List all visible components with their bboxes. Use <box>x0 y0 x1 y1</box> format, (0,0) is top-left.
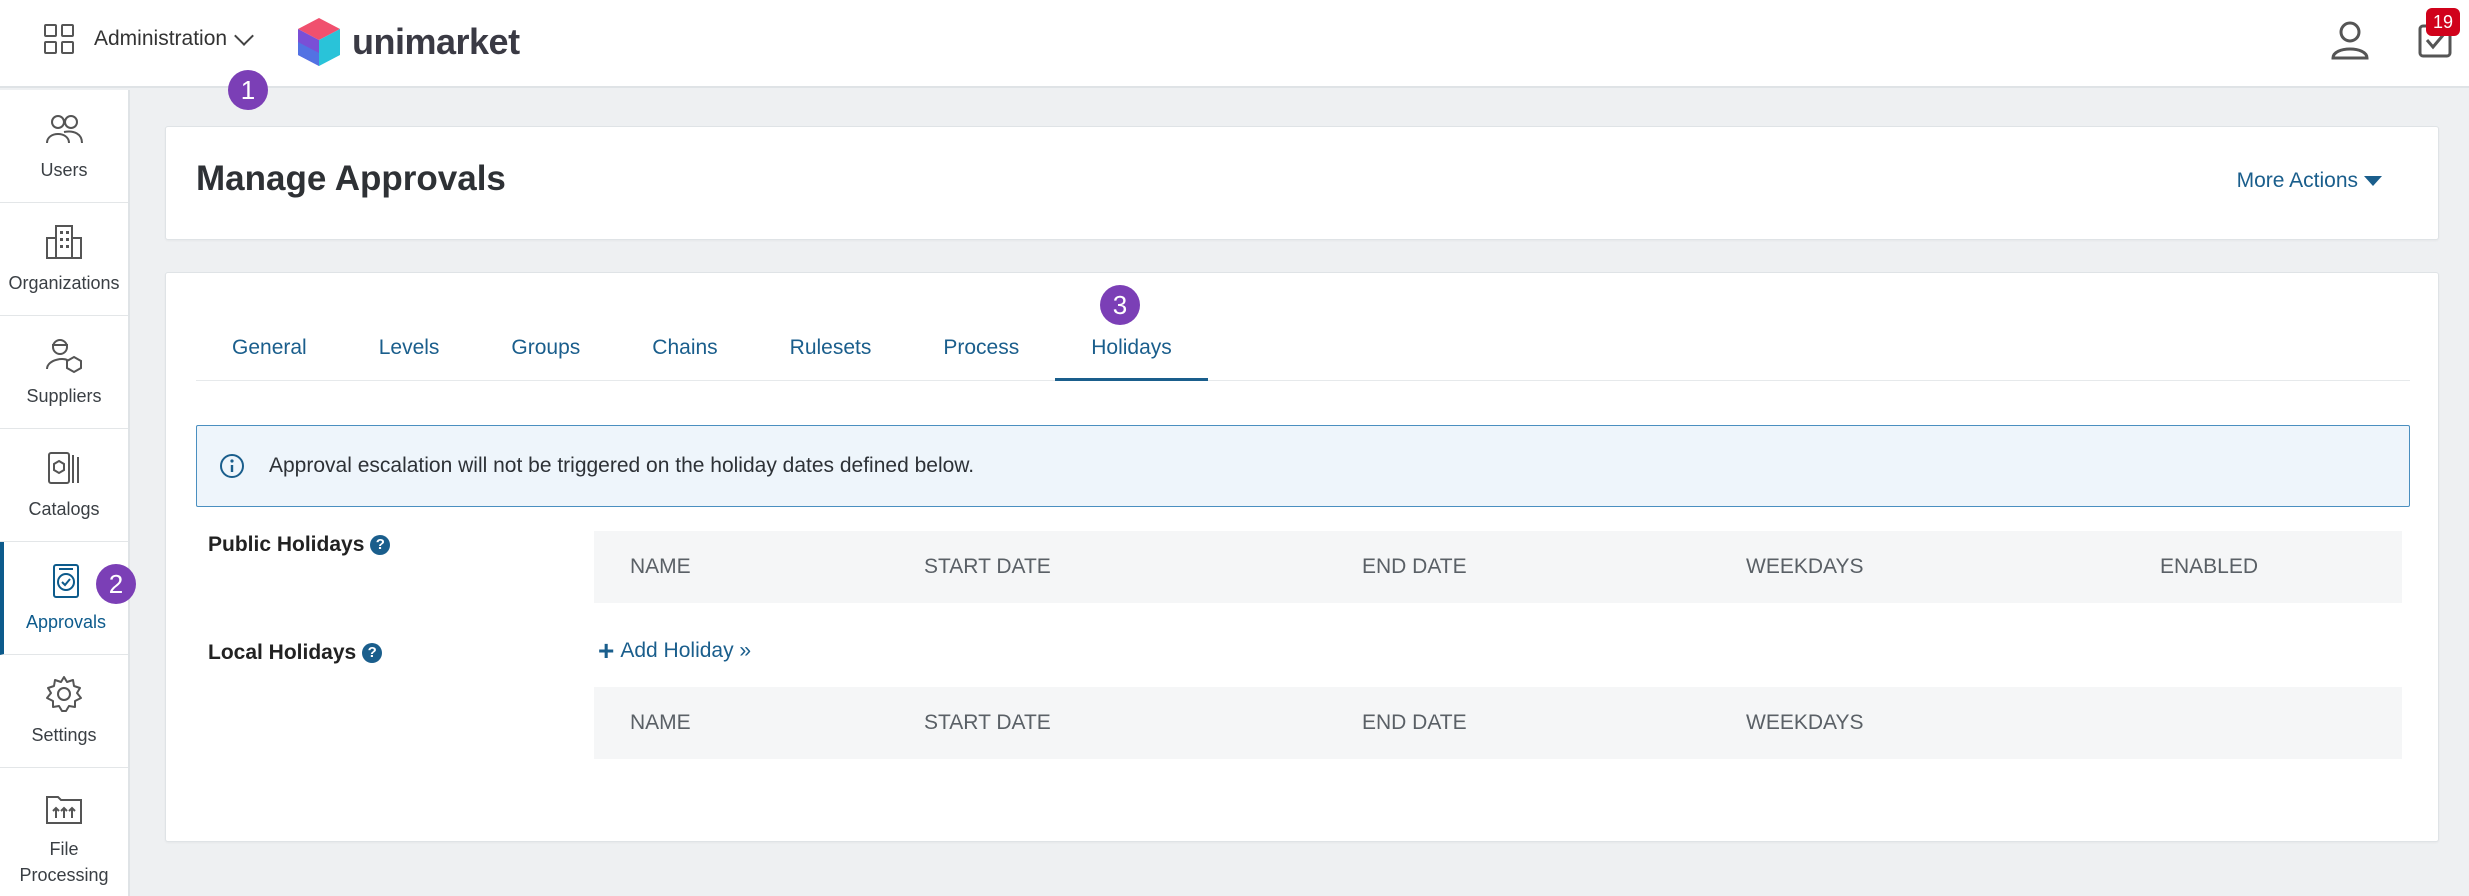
folder-upload-icon <box>46 795 82 824</box>
help-icon[interactable]: ? <box>370 535 391 555</box>
info-icon <box>220 454 244 478</box>
step-marker-1: 1 <box>228 70 268 110</box>
sidebar-item-label: Suppliers <box>26 386 102 406</box>
local-holidays-section: Local Holidays ? <box>208 641 383 665</box>
help-icon[interactable]: ? <box>362 643 383 663</box>
sidebar-item-catalogs[interactable]: Catalogs <box>0 429 128 542</box>
tab-chains[interactable]: Chains <box>616 323 753 381</box>
tab-bar: General Levels Groups Chains Rulesets Pr… <box>196 323 2410 381</box>
sidebar-item-users[interactable]: Users <box>0 90 128 203</box>
users-icon <box>46 115 83 144</box>
column-header-enabled[interactable]: ENABLED <box>2160 555 2258 579</box>
info-text: Approval escalation will not be triggere… <box>269 454 975 477</box>
app-name: Administration <box>94 27 228 50</box>
approvals-icon <box>53 564 79 598</box>
public-holidays-label: Public Holidays <box>208 533 365 556</box>
page-title: Manage Approvals <box>196 159 506 198</box>
chevron-down-icon <box>234 26 254 46</box>
supplier-icon <box>46 339 82 374</box>
sidebar-item-label: Organizations <box>8 273 120 293</box>
plus-icon: + <box>598 635 615 666</box>
top-bar: Administration unimarket 19 <box>0 0 2469 88</box>
column-header-start-date[interactable]: START DATE <box>924 711 1051 735</box>
tab-groups[interactable]: Groups <box>475 323 616 381</box>
sidebar-item-label: Approvals <box>25 612 107 632</box>
app-switcher[interactable]: Administration <box>44 24 254 54</box>
tab-holidays[interactable]: Holidays <box>1055 323 1208 381</box>
logo-text: unimarket <box>352 21 520 62</box>
column-header-start-date[interactable]: START DATE <box>924 555 1051 579</box>
sidebar-item-organizations[interactable]: Organizations <box>0 203 128 316</box>
column-header-end-date[interactable]: END DATE <box>1362 555 1467 579</box>
page-header-card: Manage Approvals More Actions <box>165 126 2439 240</box>
tab-levels[interactable]: Levels <box>343 323 476 381</box>
sidebar-item-file-processing[interactable]: File Processing <box>0 768 128 896</box>
sidebar-item-approvals[interactable]: Approvals 2 <box>0 542 136 655</box>
user-profile-button[interactable] <box>2328 18 2372 62</box>
sidebar-item-label: Users <box>40 160 88 180</box>
column-header-name[interactable]: NAME <box>630 711 691 735</box>
more-actions-dropdown[interactable]: More Actions <box>2237 169 2382 193</box>
step-marker-3: 3 <box>1100 285 1140 325</box>
column-header-weekdays[interactable]: WEEKDAYS <box>1746 555 1863 579</box>
more-actions-label: More Actions <box>2236 169 2358 192</box>
user-icon <box>2331 21 2369 60</box>
unimarket-logo[interactable]: unimarket <box>296 16 520 68</box>
sidebar-item-suppliers[interactable]: Suppliers <box>0 316 128 429</box>
tab-general[interactable]: General <box>196 323 343 381</box>
gear-icon <box>46 676 82 712</box>
holidays-card: 3 General Levels Groups Chains Rulesets … <box>165 272 2439 842</box>
local-holidays-table-header: NAME START DATE END DATE WEEKDAYS <box>594 687 2402 759</box>
sidebar-item-settings[interactable]: Settings <box>0 655 128 768</box>
public-holidays-section: Public Holidays ? <box>208 533 391 557</box>
sidebar-item-label: Settings <box>31 725 97 745</box>
caret-down-icon <box>2364 176 2382 186</box>
local-holidays-label: Local Holidays <box>208 641 357 664</box>
sidebar: Users Organizations Suppliers Catalogs A… <box>0 90 136 896</box>
sidebar-item-label: File Processing <box>19 838 109 885</box>
building-icon <box>46 225 82 259</box>
notification-badge: 19 <box>2426 8 2460 36</box>
tab-rulesets[interactable]: Rulesets <box>754 323 908 381</box>
add-holiday-link[interactable]: + Add Holiday » <box>598 635 752 666</box>
column-header-name[interactable]: NAME <box>630 555 691 579</box>
unimarket-logo-icon <box>298 18 340 66</box>
step-marker-2: 2 <box>96 564 136 604</box>
app-grid-icon <box>44 24 74 54</box>
public-holidays-table-header: NAME START DATE END DATE WEEKDAYS ENABLE… <box>594 531 2402 603</box>
catalog-icon <box>48 452 79 484</box>
column-header-end-date[interactable]: END DATE <box>1362 711 1467 735</box>
info-alert: Approval escalation will not be triggere… <box>196 425 2410 507</box>
column-header-weekdays[interactable]: WEEKDAYS <box>1746 711 1863 735</box>
sidebar-item-label: Catalogs <box>28 499 100 519</box>
add-holiday-label: Add Holiday » <box>620 639 752 662</box>
tab-process[interactable]: Process <box>907 323 1055 381</box>
